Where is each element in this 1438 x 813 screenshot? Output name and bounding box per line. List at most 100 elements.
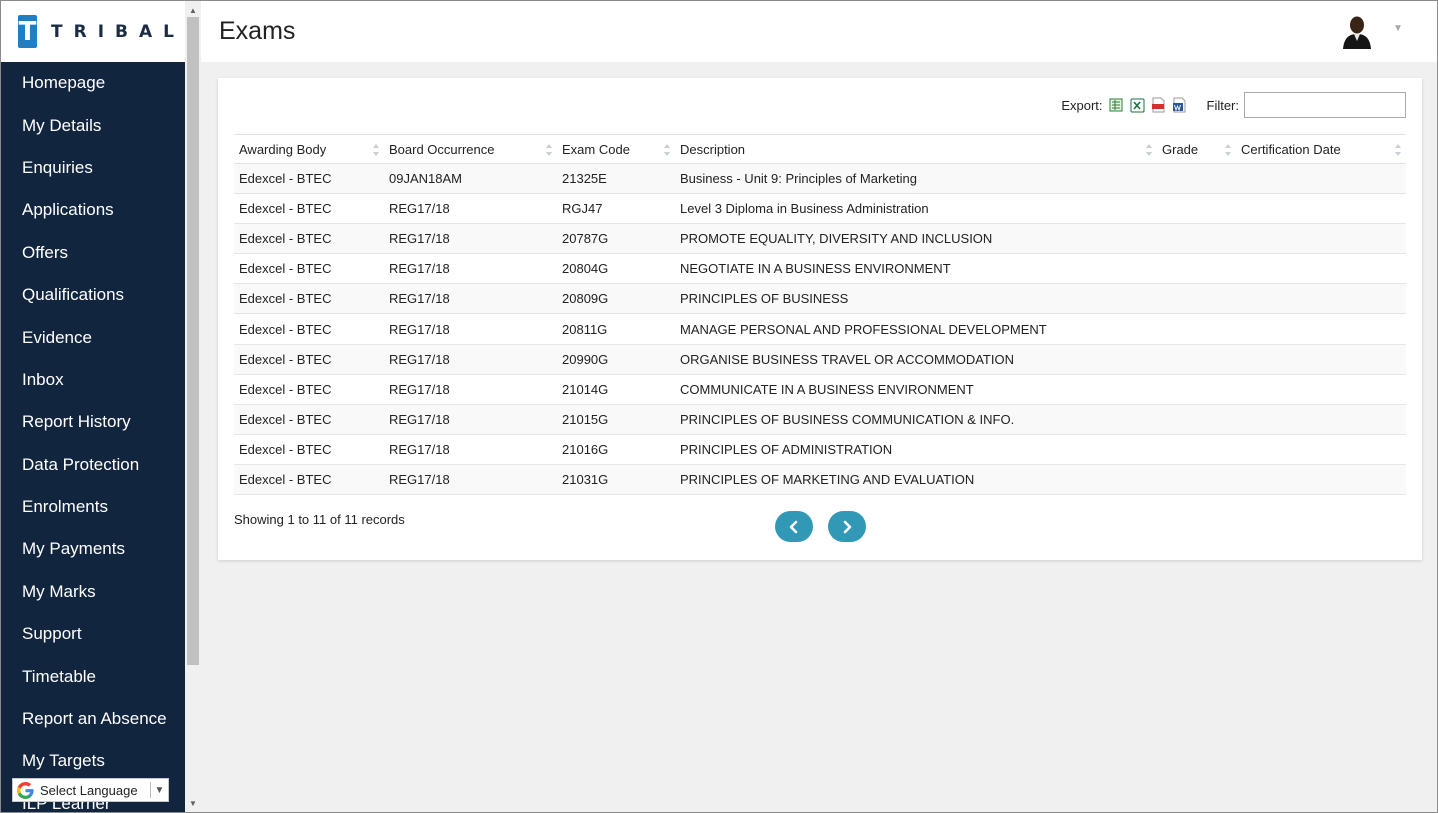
table-cell: Edexcel - BTEC: [234, 313, 384, 345]
sidebar-item-enquiries[interactable]: Enquiries: [1, 147, 185, 189]
table-cell: REG17/18: [384, 193, 557, 225]
scroll-down-icon[interactable]: ▼: [185, 796, 201, 810]
filter-label: Filter:: [1206, 97, 1240, 113]
chevron-right-icon: [843, 520, 852, 533]
table-cell: COMMUNICATE IN A BUSINESS ENVIRONMENT: [675, 374, 1157, 405]
table-cell: Edexcel - BTEC: [234, 344, 384, 375]
table-cell: [1157, 464, 1236, 496]
table-cell: 21325E: [557, 163, 675, 195]
table-cell: [1236, 434, 1406, 465]
scroll-up-icon[interactable]: ▲: [185, 3, 201, 17]
sidebar-item-my-targets[interactable]: My Targets: [1, 740, 185, 782]
table-cell: 20787G: [557, 223, 675, 255]
sidebar-item-report-an-absence[interactable]: Report an Absence: [1, 698, 185, 740]
table-cell: Business - Unit 9: Principles of Marketi…: [675, 163, 1157, 195]
table-cell: Edexcel - BTEC: [234, 464, 384, 496]
filter-input[interactable]: [1244, 92, 1406, 118]
exams-panel: Export: Filter: Awarding Body Board Occur…: [218, 78, 1422, 560]
select-language-dropdown[interactable]: Select Language ▼: [12, 778, 169, 802]
logo-wordmark: TRIBAL: [51, 21, 185, 42]
previous-page-button[interactable]: [775, 511, 813, 542]
table-cell: 09JAN18AM: [384, 163, 557, 195]
word-export-icon[interactable]: [1172, 97, 1187, 113]
table-cell: 21016G: [557, 434, 675, 465]
sidebar: T TRIBAL Homepage My Details Enquiries Appl…: [1, 1, 185, 812]
csv-export-icon[interactable]: [1109, 97, 1124, 113]
sidebar-item-offers[interactable]: Offers: [1, 232, 185, 274]
column-header-label: Grade: [1162, 141, 1199, 157]
sidebar-item-qualifications[interactable]: Qualifications: [1, 274, 185, 316]
table-row[interactable]: Edexcel - BTEC 09JAN18AM 21325E Business - …: [234, 163, 1406, 195]
column-header-label: Description: [680, 141, 746, 157]
column-header-awarding-body[interactable]: Awarding Body: [234, 134, 384, 164]
pdf-export-icon[interactable]: [1151, 97, 1166, 113]
sidebar-item-inbox[interactable]: Inbox: [1, 359, 185, 401]
column-header-certification-date[interactable]: Certification Date: [1236, 134, 1406, 164]
sidebar-item-enrolments[interactable]: Enrolments: [1, 486, 185, 528]
sidebar-item-timetable[interactable]: Timetable: [1, 655, 185, 697]
table-row[interactable]: Edexcel - BTEC REG17/18 20990G ORGANISE BUS…: [234, 344, 1406, 375]
export-toolbar: Export: Filter:: [1061, 92, 1406, 118]
sidebar-item-data-protection[interactable]: Data Protection: [1, 444, 185, 486]
sort-icon: [546, 144, 552, 156]
column-header-label: Board Occurrence: [389, 141, 495, 157]
next-page-button[interactable]: [828, 511, 866, 542]
table-cell: REG17/18: [384, 253, 557, 285]
logo-mark: T: [18, 15, 38, 48]
table-cell: [1236, 193, 1406, 225]
select-language-label: Select Language: [40, 782, 138, 798]
sidebar-item-support[interactable]: Support: [1, 613, 185, 655]
table-row[interactable]: Edexcel - BTEC REG17/18 20804G NEGOTIATE IN…: [234, 253, 1406, 285]
table-row[interactable]: Edexcel - BTEC REG17/18 20809G PRINCIPLES O…: [234, 283, 1406, 315]
tribal-logo[interactable]: T TRIBAL: [1, 1, 185, 62]
table-row[interactable]: Edexcel - BTEC REG17/18 20811G MANAGE PERSO…: [234, 313, 1406, 345]
column-header-exam-code[interactable]: Exam Code: [557, 134, 675, 164]
user-avatar[interactable]: [1342, 15, 1372, 49]
table-cell: Edexcel - BTEC: [234, 163, 384, 195]
table-cell: RGJ47: [557, 193, 675, 225]
table-cell: REG17/18: [384, 313, 557, 345]
table-cell: 20990G: [557, 344, 675, 375]
table-cell: [1157, 434, 1236, 465]
sidebar-item-my-marks[interactable]: My Marks: [1, 571, 185, 613]
sort-icon: [1225, 144, 1231, 156]
table-cell: [1236, 163, 1406, 195]
table-cell: NEGOTIATE IN A BUSINESS ENVIRONMENT: [675, 253, 1157, 285]
scrollbar-thumb[interactable]: [187, 17, 199, 665]
column-header-board-occurrence[interactable]: Board Occurrence: [384, 134, 557, 164]
sidebar-item-my-details[interactable]: My Details: [1, 104, 185, 146]
table-row[interactable]: Edexcel - BTEC REG17/18 20787G PROMOTE EQUA…: [234, 223, 1406, 255]
sidebar-scrollbar[interactable]: ▲ ▼: [185, 1, 201, 812]
user-menu-caret-icon[interactable]: ▼: [1393, 23, 1403, 34]
records-summary: Showing 1 to 11 of 11 records: [234, 512, 405, 527]
excel-export-icon[interactable]: [1130, 97, 1145, 113]
table-cell: 21015G: [557, 404, 675, 435]
sidebar-item-homepage[interactable]: Homepage: [1, 62, 185, 104]
table-cell: 21014G: [557, 374, 675, 405]
table-cell: REG17/18: [384, 374, 557, 405]
sidebar-item-evidence[interactable]: Evidence: [1, 316, 185, 358]
table-header-row: Awarding Body Board Occurrence Exam Code De…: [234, 134, 1406, 164]
table-row[interactable]: Edexcel - BTEC REG17/18 21016G PRINCIPLES O…: [234, 434, 1406, 465]
table-row[interactable]: Edexcel - BTEC REG17/18 21015G PRINCIPLES O…: [234, 404, 1406, 435]
sidebar-item-my-payments[interactable]: My Payments: [1, 528, 185, 570]
export-label: Export:: [1061, 97, 1103, 113]
sidebar-item-applications[interactable]: Applications: [1, 189, 185, 231]
column-header-description[interactable]: Description: [675, 134, 1157, 164]
column-header-grade[interactable]: Grade: [1157, 134, 1236, 164]
table-cell: PRINCIPLES OF MARKETING AND EVALUATION: [675, 464, 1157, 496]
column-header-label: Certification Date: [1241, 141, 1341, 157]
sort-icon: [373, 144, 379, 156]
chevron-down-icon: ▼: [150, 782, 168, 798]
table-row[interactable]: Edexcel - BTEC REG17/18 RGJ47 Level 3 Diplo…: [234, 193, 1406, 225]
table-cell: PRINCIPLES OF BUSINESS COMMUNICATION & I…: [675, 404, 1157, 435]
page-title: Exams: [219, 17, 296, 45]
page-header: Exams ▼: [201, 1, 1437, 62]
table-cell: Edexcel - BTEC: [234, 283, 384, 315]
table-row[interactable]: Edexcel - BTEC REG17/18 21031G PRINCIPLES O…: [234, 464, 1406, 496]
table-cell: [1236, 313, 1406, 345]
table-cell: ORGANISE BUSINESS TRAVEL OR ACCOMMODATIO…: [675, 344, 1157, 375]
table-row[interactable]: Edexcel - BTEC REG17/18 21014G COMMUNICATE …: [234, 374, 1406, 405]
column-header-label: Awarding Body: [239, 141, 327, 157]
sidebar-item-report-history[interactable]: Report History: [1, 401, 185, 443]
